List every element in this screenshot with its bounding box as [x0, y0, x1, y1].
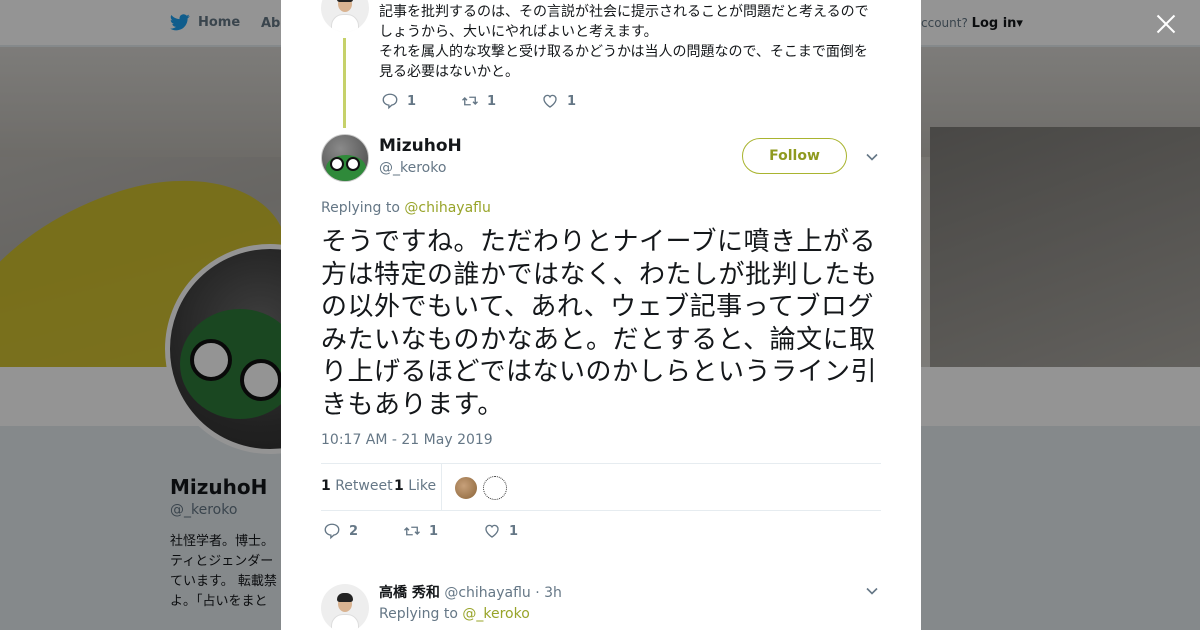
close-icon[interactable] [1152, 10, 1180, 38]
reply-icon [324, 523, 340, 540]
stats-divider [441, 464, 442, 511]
retweet-icon [404, 526, 420, 536]
like-button[interactable]: 1 [483, 522, 563, 540]
like-count: 1 [567, 93, 577, 109]
tweet-modal: 記事を批判するのは、その言説が社会に提示されることが問題だと考えるのでしょうから… [281, 0, 921, 630]
tweet-text: そうですね。ただわりとナイーブに噴き上がる方は特定の誰かではなく、わたしが批判し… [321, 227, 878, 420]
previous-tweet-avatar[interactable] [321, 0, 369, 32]
retweet-count: 1 [487, 93, 497, 109]
tweet-author-name[interactable]: MizuhoH [379, 136, 462, 156]
reply-header: 高橋 秀和 @chihayaflu · 3h [379, 582, 562, 602]
like-button[interactable]: 1 [541, 92, 621, 110]
like-count: 1 [509, 523, 519, 539]
replying-to-label: Replying to [379, 606, 458, 622]
previous-tweet-text: 記事を批判するのは、その言説が社会に提示されることが問題だと考えるのでしょうから… [379, 2, 879, 82]
liker-avatar[interactable] [483, 476, 507, 500]
chevron-down-icon[interactable] [865, 584, 879, 598]
reply-author-handle[interactable]: @chihayaflu [444, 585, 530, 601]
reply-button[interactable]: 2 [323, 522, 403, 540]
tweet-stats: 1 Retweet 1 Like [321, 463, 881, 511]
retweet-stat-label: Retweet [335, 478, 393, 494]
reply-count: 2 [349, 523, 359, 539]
reply-time[interactable]: · 3h [535, 585, 562, 601]
retweet-stat-count: 1 [321, 478, 331, 494]
reply-count: 1 [407, 93, 417, 109]
reply-author-name[interactable]: 高橋 秀和 [379, 585, 440, 601]
tweet-author-avatar[interactable] [321, 134, 369, 182]
replying-to-mention[interactable]: @chihayaflu [404, 200, 490, 216]
thread-line [343, 38, 346, 128]
previous-tweet-body: 記事を批判するのは、その言説が社会に提示されることが問題だと考えるのでしょうから… [379, 4, 869, 80]
person-avatar-shape [331, 592, 359, 630]
retweet-icon [462, 96, 478, 106]
retweet-button[interactable]: 1 [403, 522, 483, 540]
retweet-stat[interactable]: 1 Retweet [321, 478, 393, 494]
replying-to-mention[interactable]: @_keroko [462, 606, 529, 622]
previous-tweet-actions: 1 1 1 [381, 92, 621, 110]
reply-button[interactable]: 1 [381, 92, 461, 110]
like-icon [543, 94, 557, 108]
avatar-eye-left [330, 157, 344, 171]
like-stat-count: 1 [394, 478, 404, 494]
tweet-actions: 2 1 1 [323, 522, 563, 540]
reply-icon [382, 93, 398, 110]
like-stat-label: Like [408, 478, 437, 494]
liker-avatar[interactable] [454, 476, 478, 500]
reply-replying-to-line: Replying to @_keroko [379, 606, 530, 622]
replying-to-label: Replying to [321, 200, 400, 216]
replying-to-line: Replying to @chihayaflu [321, 200, 491, 216]
avatar-eye-right [346, 157, 360, 171]
tweet-author-handle[interactable]: @_keroko [379, 160, 446, 176]
reply-author-avatar[interactable] [321, 584, 369, 630]
like-icon [485, 524, 499, 538]
retweet-count: 1 [429, 523, 439, 539]
chevron-down-icon[interactable] [865, 150, 879, 164]
tweet-timestamp[interactable]: 10:17 AM - 21 May 2019 [321, 432, 493, 448]
follow-button[interactable]: Follow [742, 138, 847, 174]
person-avatar-shape [331, 0, 359, 32]
retweet-button[interactable]: 1 [461, 92, 541, 110]
like-stat[interactable]: 1 Like [394, 478, 436, 494]
